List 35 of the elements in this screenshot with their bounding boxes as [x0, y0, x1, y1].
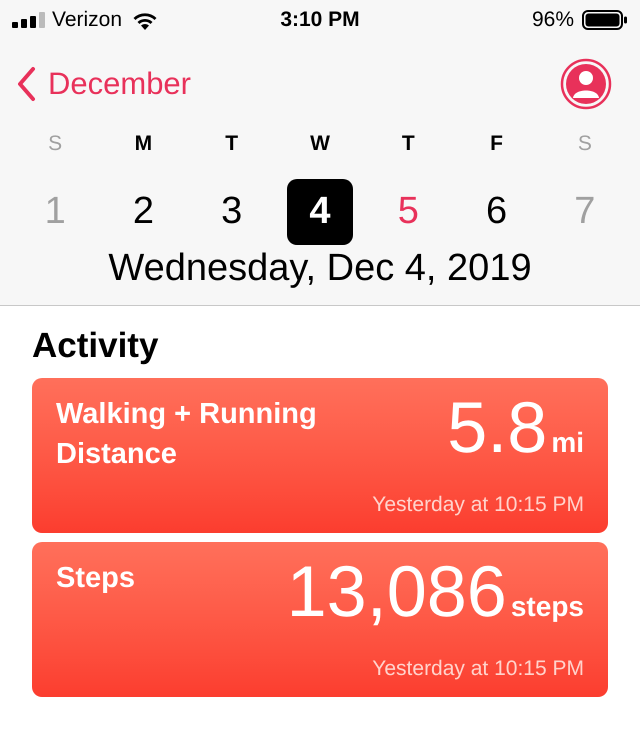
date-button[interactable]: 7 [552, 178, 618, 244]
card-timestamp: Yesterday at 10:15 PM [372, 656, 584, 682]
activity-card[interactable]: Walking + Running Distance 5.8 mi Yesterday at 10:15 PM [32, 378, 608, 532]
weekday-label: F [490, 131, 503, 157]
weekday-label: S [48, 131, 62, 157]
card-title: Steps [56, 560, 136, 596]
time-label: 3:10 PM [280, 7, 360, 34]
date-button[interactable]: 3 [198, 178, 265, 244]
signal-icon [12, 12, 46, 28]
card-unit: mi [551, 426, 584, 460]
date-title: Wednesday, Dec 4, 2019 [107, 246, 533, 290]
activity-card[interactable]: Steps 13,086 steps Yesterday at 10:15 PM [32, 542, 608, 696]
battery-icon [582, 10, 628, 30]
date-button[interactable]: 4 [286, 178, 353, 244]
card-value: 5.8 [447, 388, 548, 468]
card-timestamp: Yesterday at 10:15 PM [372, 492, 584, 518]
section-title: Activity [32, 324, 160, 366]
date-button[interactable]: 5 [375, 178, 442, 244]
date-button[interactable]: 1 [22, 178, 88, 244]
card-title: Walking + Running Distance [56, 396, 318, 472]
card-unit: steps [510, 590, 584, 624]
weekday-label: M [134, 131, 152, 157]
wifi-icon [132, 10, 158, 30]
weekday-label: T [225, 131, 238, 157]
back-button[interactable]: December [16, 60, 191, 108]
date-button[interactable]: 2 [110, 178, 176, 244]
profile-icon[interactable] [560, 58, 612, 110]
chevron-left-icon [16, 66, 36, 102]
carrier-label: Verizon [52, 7, 122, 34]
card-value: 13,086 [286, 552, 507, 632]
weekday-label: W [310, 131, 330, 157]
battery-percentage: 96% [532, 7, 574, 34]
date-button[interactable]: 6 [464, 178, 530, 244]
weekday-label: T [402, 131, 415, 157]
weekday-label: S [578, 131, 592, 157]
